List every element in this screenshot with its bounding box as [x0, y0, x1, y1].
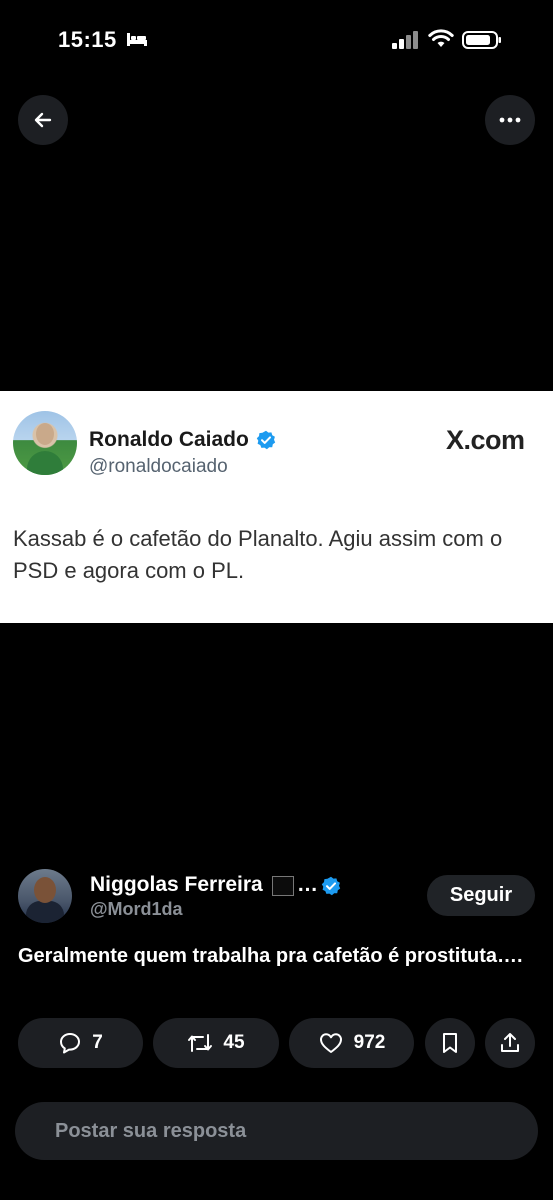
embedded-author-handle: @ronaldocaiado	[89, 456, 228, 477]
author-name-truncation: …	[297, 873, 318, 896]
battery-icon	[462, 31, 501, 49]
post-text: Geralmente quem trabalha pra cafetão é p…	[18, 945, 523, 967]
repost-count: 45	[223, 1032, 245, 1053]
verified-badge-icon	[256, 430, 276, 450]
verified-badge-icon	[321, 876, 341, 896]
source-watermark: X.com	[446, 425, 525, 455]
embedded-author-avatar	[13, 411, 77, 475]
like-button[interactable]: 972	[289, 1018, 414, 1068]
embedded-post-text: Kassab é o cafetão do Planalto. Agiu ass…	[13, 526, 503, 583]
author-name[interactable]: Niggolas Ferreira	[90, 873, 263, 897]
heart-icon	[319, 1033, 342, 1053]
author-handle[interactable]: @Mord1da	[90, 899, 183, 920]
arrow-left-icon	[34, 112, 52, 128]
follow-button[interactable]: Seguir	[427, 875, 535, 916]
reply-button[interactable]: 7	[18, 1018, 143, 1068]
more-horizontal-icon	[499, 117, 521, 123]
repost-icon	[188, 1034, 213, 1052]
bookmark-button[interactable]	[425, 1018, 475, 1068]
embedded-author-name: Ronaldo Caiado	[89, 428, 249, 451]
cellular-signal-icon	[392, 31, 418, 49]
share-button[interactable]	[485, 1018, 535, 1068]
wifi-icon	[428, 29, 454, 47]
comment-icon	[60, 1033, 81, 1054]
reply-placeholder: Postar sua resposta	[55, 1119, 247, 1142]
bookmark-icon	[443, 1033, 457, 1053]
like-count: 972	[353, 1032, 386, 1053]
back-button[interactable]	[18, 95, 68, 145]
more-options-button[interactable]	[485, 95, 535, 145]
share-icon	[501, 1033, 519, 1052]
sleep-bed-icon	[127, 33, 147, 46]
reply-input[interactable]: Postar sua resposta	[15, 1102, 538, 1160]
reply-count: 7	[92, 1032, 103, 1053]
author-avatar[interactable]	[18, 869, 72, 923]
flag-emoji-icon	[272, 876, 294, 896]
status-time: 15:15	[58, 27, 117, 52]
repost-button[interactable]: 45	[153, 1018, 279, 1068]
